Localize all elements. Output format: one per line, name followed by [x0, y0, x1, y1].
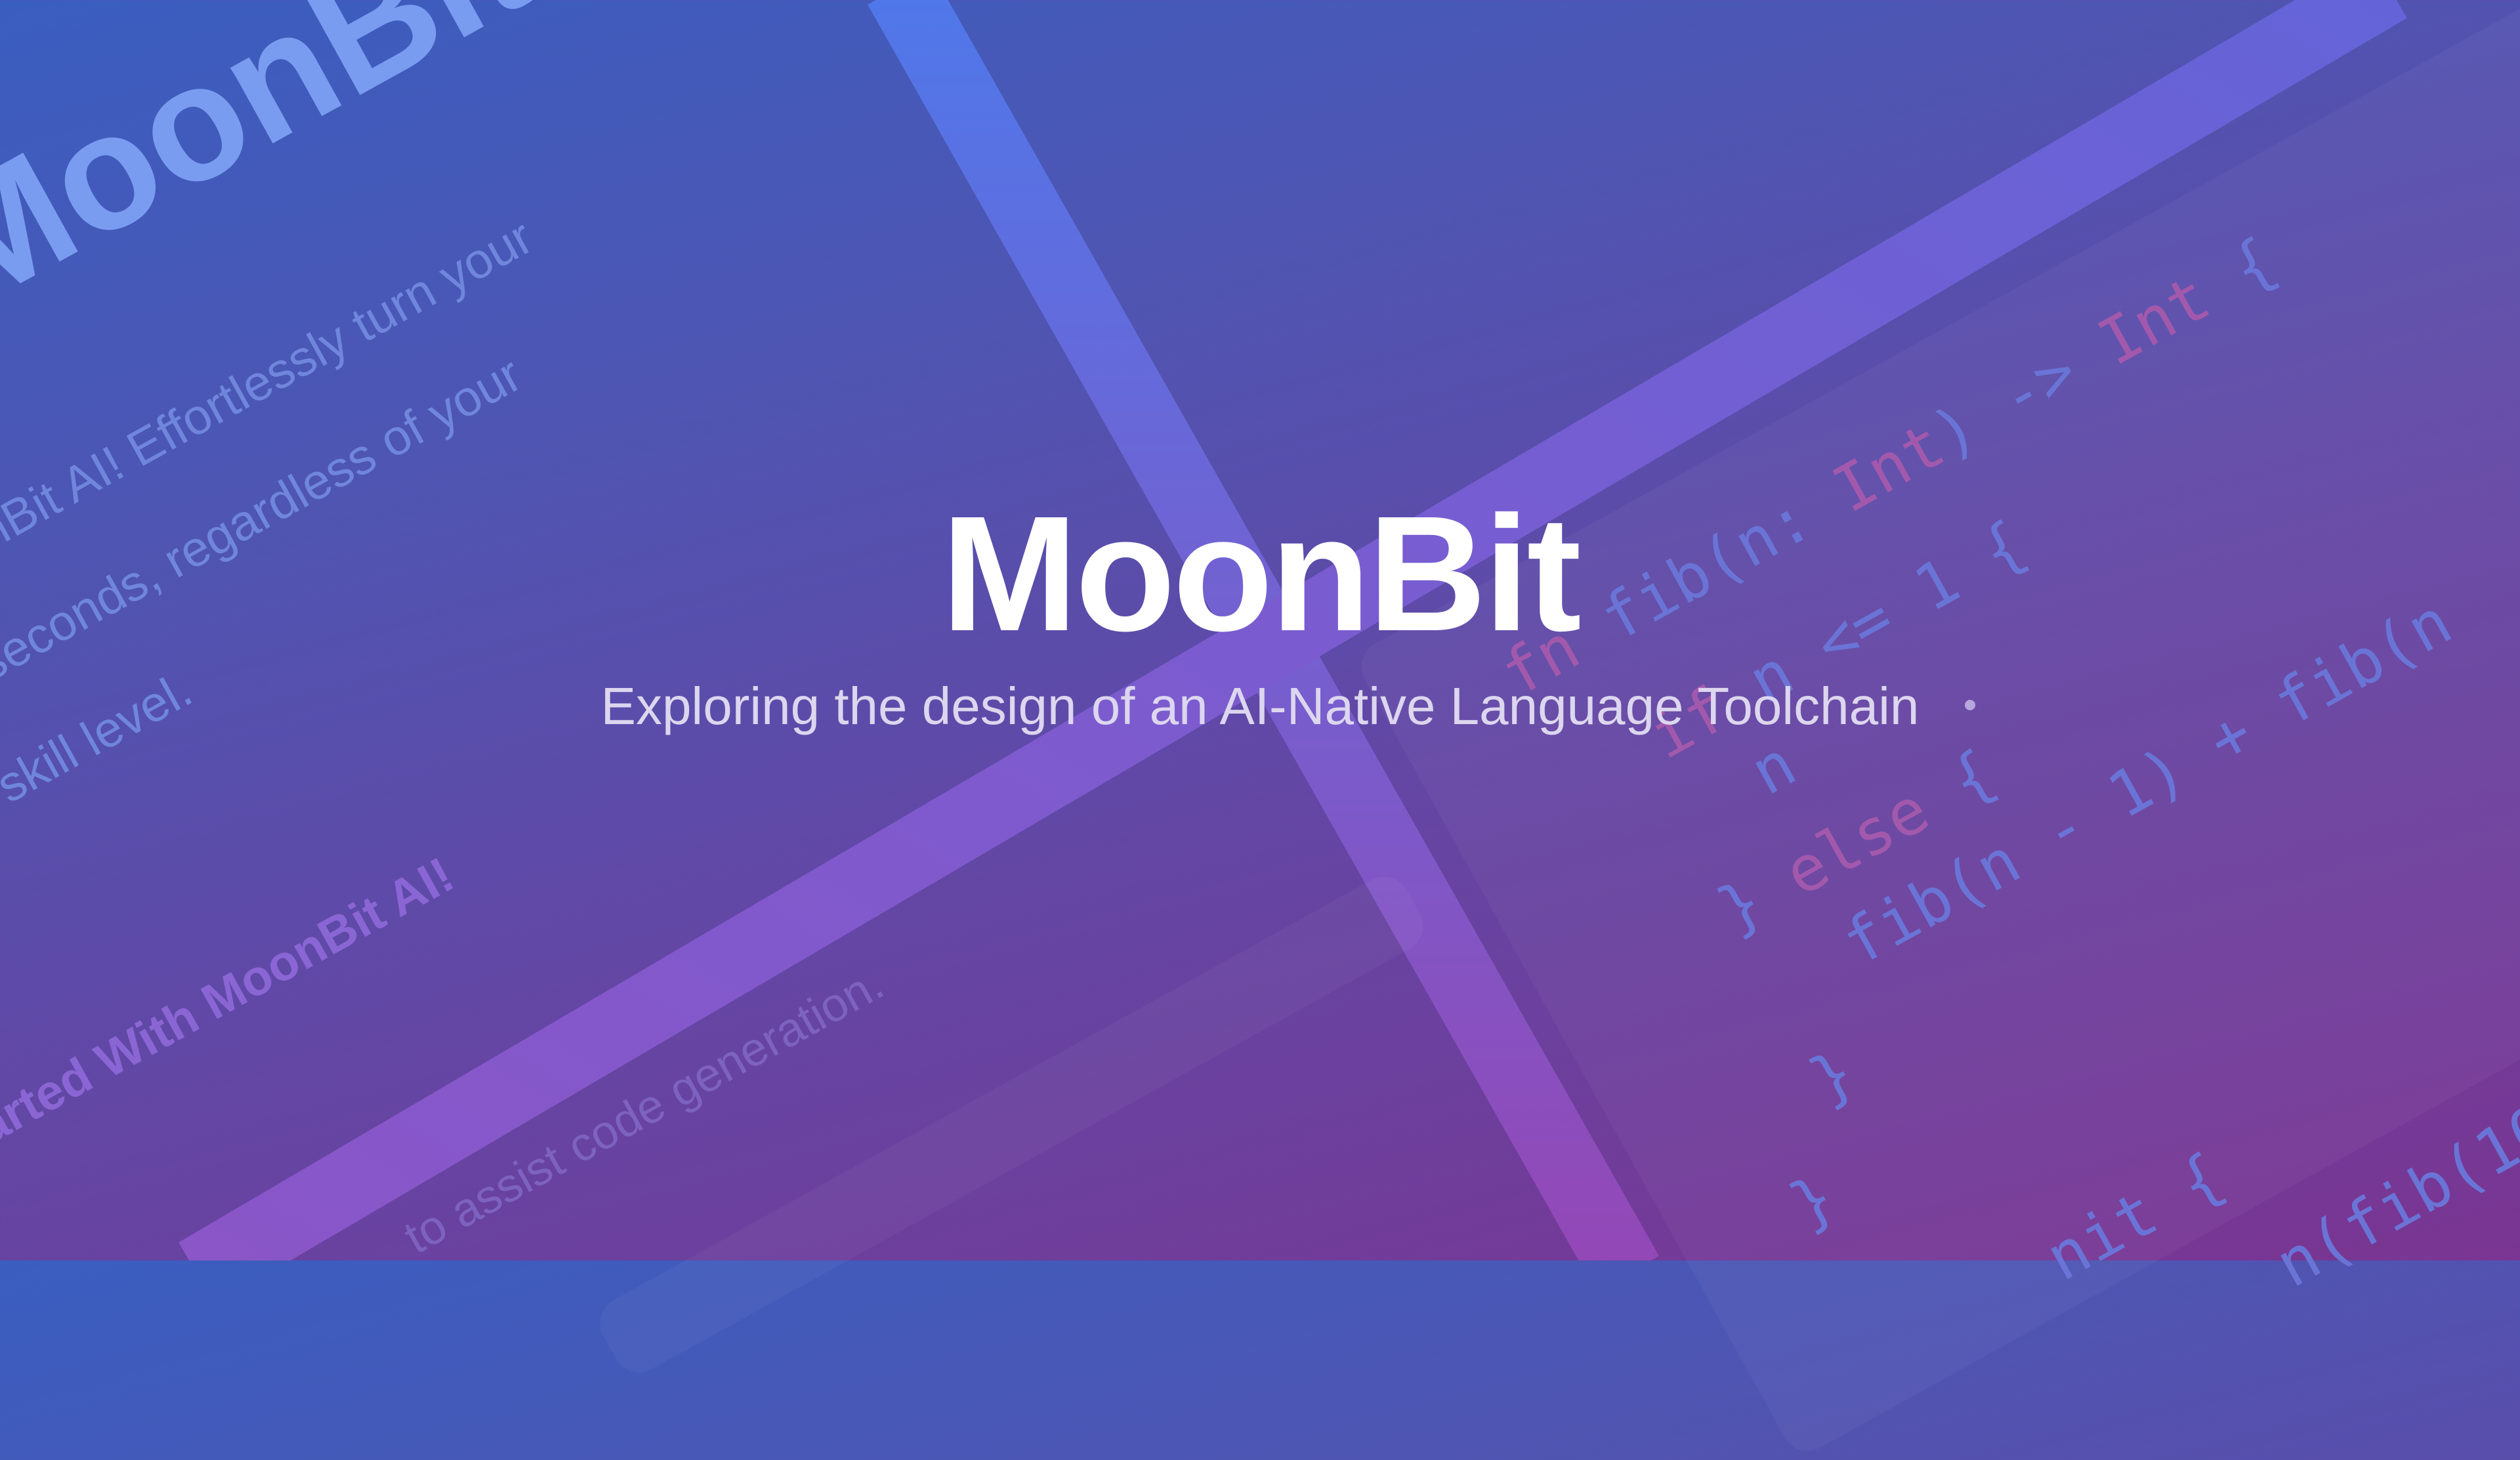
- dot-decoration: [1965, 700, 1975, 710]
- hero-subtitle: Exploring the design of an AI-Native Lan…: [600, 677, 1920, 735]
- hero-title: MoonBit: [941, 482, 1582, 665]
